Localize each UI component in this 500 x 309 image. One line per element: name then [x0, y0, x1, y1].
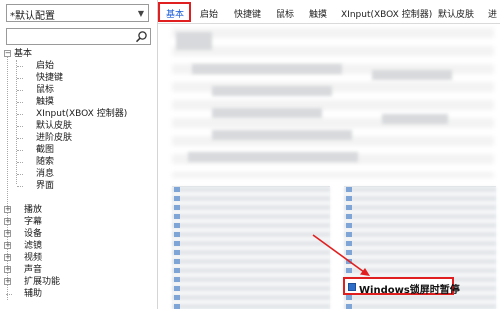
expand-icon[interactable]: + — [4, 278, 11, 285]
settings-window: *默认配置 ▼ − 基本 启始 快捷键 鼠标 触摸 XInput(XBOX 控制… — [0, 0, 500, 309]
lock-pause-option[interactable]: Windows锁屏时暂停 — [343, 277, 460, 296]
tab-advanced-skin[interactable]: 进 — [488, 7, 497, 20]
settings-content — [158, 24, 500, 309]
tree-item-hotkeys[interactable]: 快捷键 — [36, 72, 63, 84]
tree-item-xinput[interactable]: XInput(XBOX 控制器) — [36, 108, 127, 120]
search-icon[interactable] — [135, 30, 148, 43]
checkbox-checked[interactable] — [348, 283, 356, 291]
expand-icon[interactable]: + — [4, 254, 11, 261]
subpanel-left — [172, 186, 330, 309]
tab-xinput[interactable]: XInput(XBOX 控制器) — [341, 7, 432, 20]
blurred-region — [382, 114, 448, 124]
tree-item-screenshot[interactable]: 截图 — [36, 144, 54, 156]
blurred-region — [212, 130, 352, 140]
tree-item-touch[interactable]: 触摸 — [36, 96, 54, 108]
expand-icon[interactable]: + — [4, 218, 11, 225]
tree-item-default-skin[interactable]: 默认皮肤 — [36, 120, 72, 132]
tree-item-mouse[interactable]: 鼠标 — [36, 84, 54, 96]
blurred-region — [176, 32, 212, 50]
search-input[interactable] — [9, 30, 131, 43]
settings-tree: − 基本 启始 快捷键 鼠标 触摸 XInput(XBOX 控制器) 默认皮肤 … — [4, 49, 128, 300]
profile-dropdown-value: *默认配置 — [10, 11, 55, 22]
tab-start[interactable]: 启始 — [200, 7, 218, 20]
tree-item-index[interactable]: 随索 — [36, 156, 54, 168]
expand-icon[interactable]: + — [4, 266, 11, 273]
collapse-icon[interactable]: − — [4, 50, 11, 57]
tab-mouse[interactable]: 鼠标 — [276, 7, 294, 20]
tab-hotkeys[interactable]: 快捷键 — [234, 7, 261, 20]
chevron-down-icon[interactable]: ▼ — [134, 5, 148, 21]
tree-node-label: 基本 — [14, 49, 33, 59]
profile-dropdown[interactable]: *默认配置 ▼ — [6, 4, 149, 22]
blurred-region — [212, 86, 332, 96]
tab-default-skin[interactable]: 默认皮肤 — [438, 7, 474, 20]
tree-item-messages[interactable]: 消息 — [36, 168, 54, 180]
blurred-region — [192, 64, 342, 74]
expand-icon[interactable]: + — [4, 206, 11, 213]
expand-icon[interactable]: + — [4, 230, 11, 237]
blurred-region — [212, 108, 322, 118]
tree-item-interface[interactable]: 界面 — [36, 180, 54, 192]
tab-touch[interactable]: 触摸 — [309, 7, 327, 20]
tree-item-start[interactable]: 启始 — [36, 60, 54, 72]
expand-icon[interactable]: + — [4, 242, 11, 249]
lock-pause-label: Windows锁屏时暂停 — [359, 285, 460, 296]
blurred-region — [188, 152, 358, 162]
left-pane: *默认配置 ▼ − 基本 启始 快捷键 鼠标 触摸 XInput(XBOX 控制… — [0, 0, 158, 309]
blurred-region — [372, 70, 452, 80]
tab-basic[interactable]: 基本 — [166, 7, 184, 20]
tab-bar: 基本 启始 快捷键 鼠标 触摸 XInput(XBOX 控制器) 默认皮肤 进 — [158, 0, 500, 24]
tree-item-advanced-skin[interactable]: 进阶皮肤 — [36, 132, 72, 144]
search-box — [6, 28, 151, 45]
